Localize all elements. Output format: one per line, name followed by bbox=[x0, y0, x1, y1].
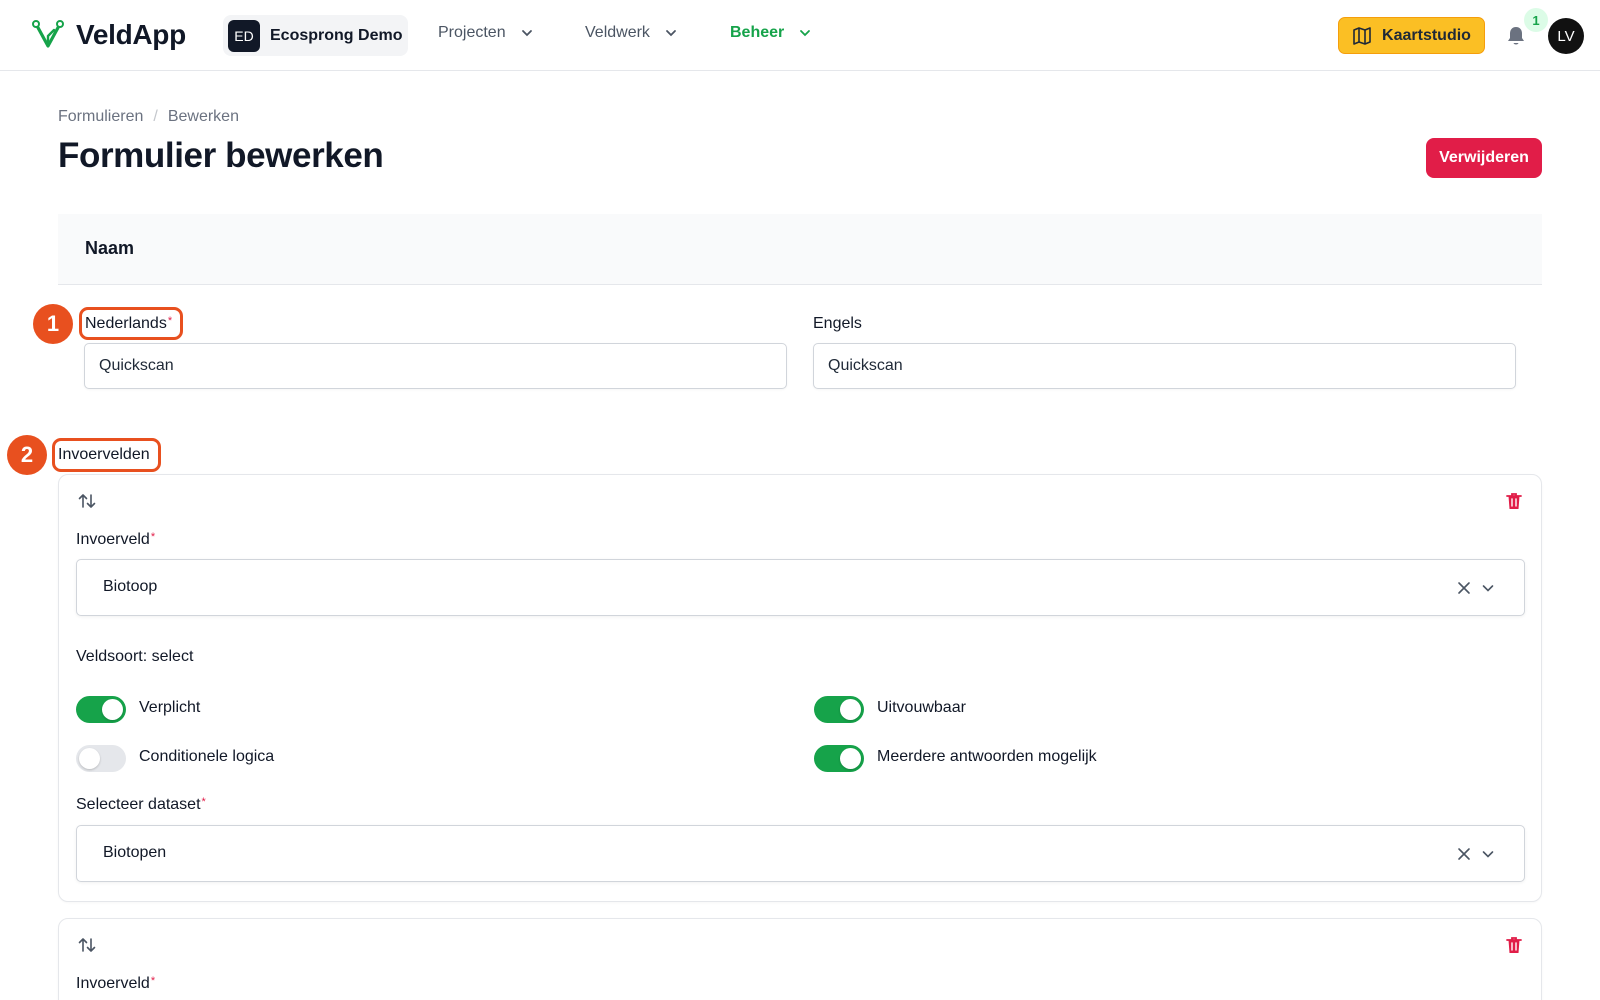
toggle-conditionele-logica-label: Conditionele logica bbox=[139, 748, 275, 765]
trash-icon[interactable] bbox=[1504, 491, 1524, 511]
annotation-marker-2: 2 bbox=[7, 435, 47, 475]
invoerveld-label: Invoerveld* bbox=[76, 975, 155, 993]
breadcrumb-formulieren[interactable]: Formulieren bbox=[58, 108, 143, 126]
org-name: Ecosprong Demo bbox=[270, 26, 403, 44]
required-mark: * bbox=[167, 315, 173, 327]
toggle-uitvouwbaar[interactable] bbox=[814, 696, 864, 723]
kaartstudio-label: Kaartstudio bbox=[1382, 26, 1471, 44]
nav-beheer[interactable]: Beheer bbox=[730, 24, 812, 42]
toggle-meerdere-antwoorden-label: Meerdere antwoorden mogelijk bbox=[877, 748, 1097, 765]
app-logo[interactable]: VeldApp bbox=[32, 18, 186, 52]
breadcrumb-separator: / bbox=[153, 108, 158, 125]
nav-veldwerk[interactable]: Veldwerk bbox=[585, 24, 678, 42]
dutch-name-label: Nederlands* bbox=[85, 315, 172, 333]
delete-button[interactable]: Verwijderen bbox=[1426, 138, 1542, 178]
toggle-knob bbox=[102, 699, 123, 720]
notification-badge: 1 bbox=[1524, 8, 1548, 32]
chevron-down-icon bbox=[666, 30, 676, 37]
veldapp-logo-icon bbox=[32, 20, 64, 48]
annotation-marker-1: 1 bbox=[33, 304, 73, 344]
required-mark: * bbox=[150, 531, 156, 543]
toggle-knob bbox=[840, 748, 861, 769]
input-field-card: Invoerveld* bbox=[58, 918, 1542, 1000]
nav-projecten[interactable]: Projecten bbox=[438, 24, 534, 42]
toggle-conditionele-logica[interactable] bbox=[76, 745, 126, 772]
organization-switcher[interactable]: ED Ecosprong Demo bbox=[223, 15, 408, 56]
required-mark: * bbox=[150, 975, 156, 987]
dataset-select[interactable]: Biotopen bbox=[76, 825, 1525, 882]
input-field-card: Invoerveld* Biotoop Veldsoort: select Ve… bbox=[58, 474, 1542, 902]
close-icon[interactable] bbox=[1456, 846, 1472, 862]
naam-section-header: Naam bbox=[58, 214, 1542, 285]
org-badge: ED bbox=[228, 19, 260, 52]
toggle-uitvouwbaar-label: Uitvouwbaar bbox=[877, 699, 966, 716]
invoervelden-title: Invoervelden bbox=[58, 446, 150, 463]
chevron-down-icon[interactable] bbox=[1480, 580, 1496, 596]
required-mark: * bbox=[201, 796, 206, 808]
sort-arrows-icon[interactable] bbox=[77, 491, 97, 511]
dutch-name-input[interactable]: Quickscan bbox=[84, 343, 787, 389]
toggle-verplicht-label: Verplicht bbox=[139, 699, 201, 716]
dataset-label-text: Selecteer dataset bbox=[76, 796, 201, 813]
breadcrumb-bewerken[interactable]: Bewerken bbox=[168, 108, 239, 126]
nav-beheer-label: Beheer bbox=[730, 24, 785, 41]
chevron-down-icon[interactable] bbox=[1480, 846, 1496, 862]
top-navigation-bar: VeldApp ED Ecosprong Demo Projecten Veld… bbox=[0, 0, 1600, 71]
trash-icon[interactable] bbox=[1504, 935, 1524, 955]
user-avatar[interactable]: LV bbox=[1548, 18, 1584, 54]
dutch-name-label-text: Nederlands bbox=[85, 315, 167, 332]
dutch-name-value: Quickscan bbox=[99, 357, 174, 374]
invoerveld-label-text: Invoerveld bbox=[76, 975, 150, 992]
chevron-down-icon bbox=[521, 30, 532, 37]
dataset-label: Selecteer dataset* bbox=[76, 796, 206, 814]
page-title: Formulier bewerken bbox=[58, 136, 384, 175]
toggle-verplicht[interactable] bbox=[76, 696, 126, 723]
field-type-text: Veldsoort: select bbox=[76, 648, 194, 665]
english-name-input[interactable]: Quickscan bbox=[813, 343, 1516, 389]
kaartstudio-button[interactable]: Kaartstudio bbox=[1338, 17, 1485, 54]
toggle-knob bbox=[840, 699, 861, 720]
english-name-label: Engels bbox=[813, 315, 862, 332]
chevron-down-icon bbox=[800, 30, 811, 37]
invoerveld-selected-value: Biotoop bbox=[103, 578, 158, 595]
english-name-value: Quickscan bbox=[828, 357, 903, 374]
sort-arrows-icon[interactable] bbox=[77, 935, 97, 955]
invoerveld-label-text: Invoerveld bbox=[76, 531, 150, 548]
bell-icon[interactable] bbox=[1504, 24, 1528, 48]
map-icon bbox=[1353, 26, 1371, 45]
breadcrumb: Formulieren / Bewerken bbox=[58, 108, 239, 126]
nav-projecten-label: Projecten bbox=[438, 24, 506, 41]
invoerveld-select[interactable]: Biotoop bbox=[76, 559, 1525, 616]
close-icon[interactable] bbox=[1456, 580, 1472, 596]
dataset-selected-value: Biotopen bbox=[103, 844, 167, 861]
naam-section-title: Naam bbox=[85, 238, 135, 258]
nav-veldwerk-label: Veldwerk bbox=[585, 24, 650, 41]
toggle-meerdere-antwoorden[interactable] bbox=[814, 745, 864, 772]
app-name: VeldApp bbox=[76, 19, 186, 50]
invoerveld-label: Invoerveld* bbox=[76, 531, 155, 549]
toggle-knob bbox=[79, 748, 100, 769]
